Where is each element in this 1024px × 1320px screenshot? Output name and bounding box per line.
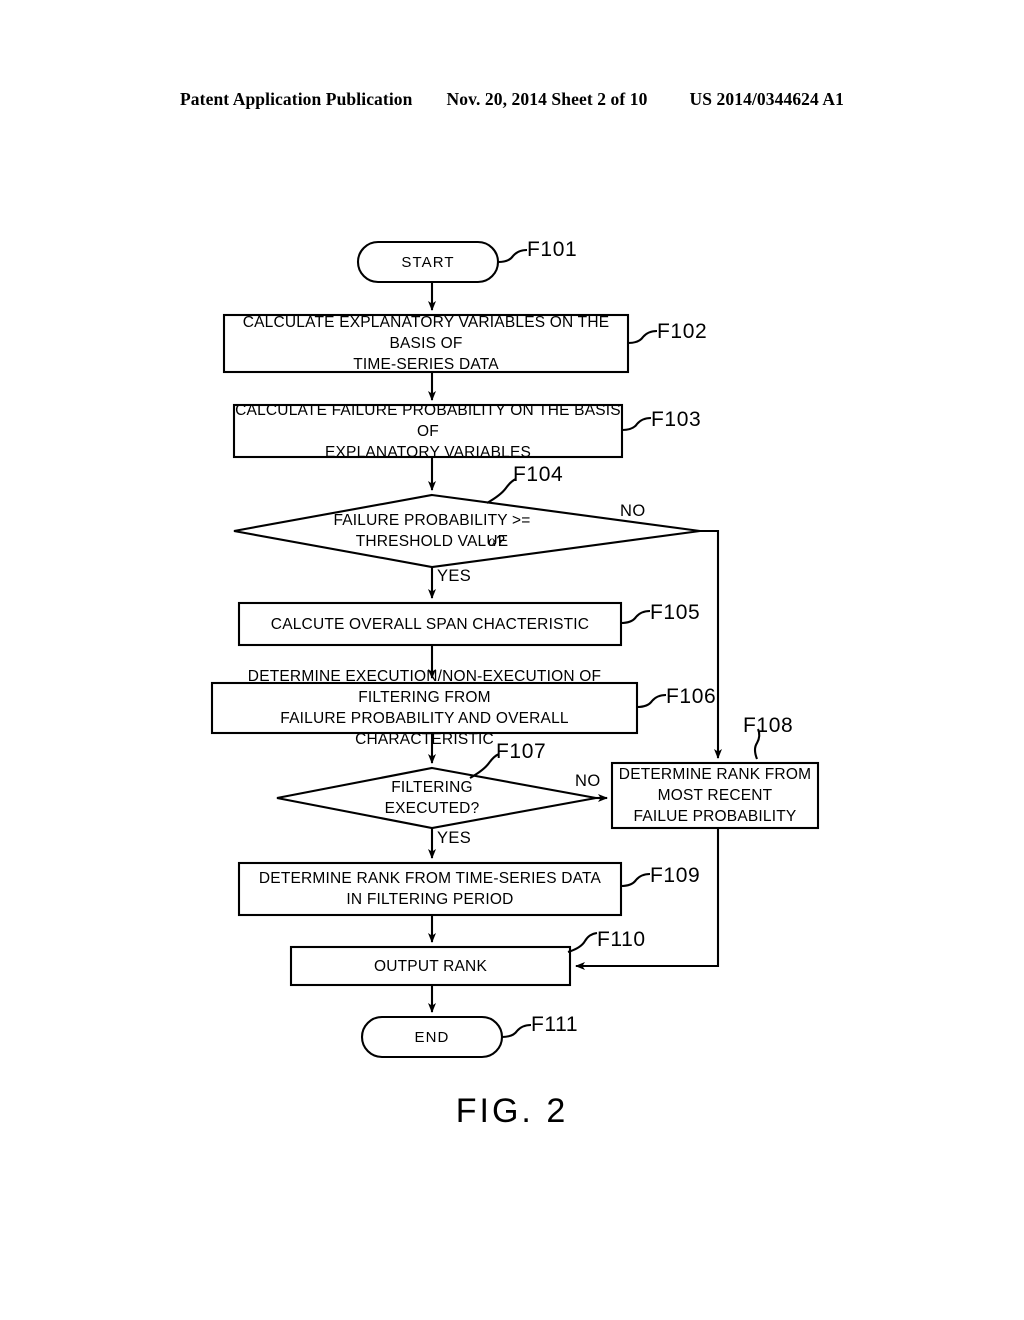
- leader-f104: [486, 478, 517, 504]
- ref-label-f110: F110: [597, 928, 646, 951]
- node-label-f104-alpha-suffix: α?: [488, 533, 505, 551]
- ref-label-f101: F101: [527, 238, 578, 261]
- ref-label-f102: F102: [657, 320, 708, 343]
- connector-f104-no-f108: [700, 529, 722, 759]
- branch-label-f107-no: NO: [575, 772, 601, 790]
- shape-process-f110: [289, 945, 572, 987]
- leader-f105: [620, 609, 651, 625]
- shape-end-terminal: [360, 1015, 504, 1059]
- ref-label-f106: F106: [666, 685, 717, 708]
- shape-process-f109: [237, 861, 623, 917]
- ref-label-f111: F111: [531, 1013, 579, 1036]
- shape-process-f105: [237, 601, 623, 647]
- leader-f111: [501, 1023, 532, 1039]
- branch-label-f107-yes: YES: [437, 829, 472, 847]
- branch-label-f104-no: NO: [620, 502, 646, 520]
- leader-f110: [567, 931, 598, 954]
- shape-process-f102: [222, 313, 630, 374]
- shape-start-terminal: [356, 240, 500, 284]
- flowchart-figure: START CALCULATE EXPLANATORY VARIABLES ON…: [0, 0, 1024, 1320]
- shape-process-f108: [610, 761, 820, 830]
- leader-f103: [621, 416, 652, 432]
- f104-question-mark: ?: [496, 533, 506, 550]
- figure-caption: FIG. 2: [455, 1092, 569, 1130]
- branch-label-f104-yes: YES: [437, 567, 472, 585]
- leader-f101: [497, 248, 528, 264]
- ref-label-f103: F103: [651, 408, 702, 431]
- leader-f107: [469, 753, 500, 779]
- leader-f106: [636, 693, 667, 709]
- shape-decision-f107: [276, 766, 597, 830]
- leader-f109: [620, 872, 651, 888]
- ref-label-f104: F104: [513, 463, 564, 486]
- ref-label-f105: F105: [650, 601, 701, 624]
- shape-process-f106: [210, 681, 639, 735]
- ref-label-f108: F108: [743, 714, 794, 737]
- shape-process-f103: [232, 403, 624, 459]
- leader-f102: [627, 329, 658, 345]
- ref-label-f107: F107: [496, 740, 547, 763]
- ref-label-f109: F109: [650, 864, 701, 887]
